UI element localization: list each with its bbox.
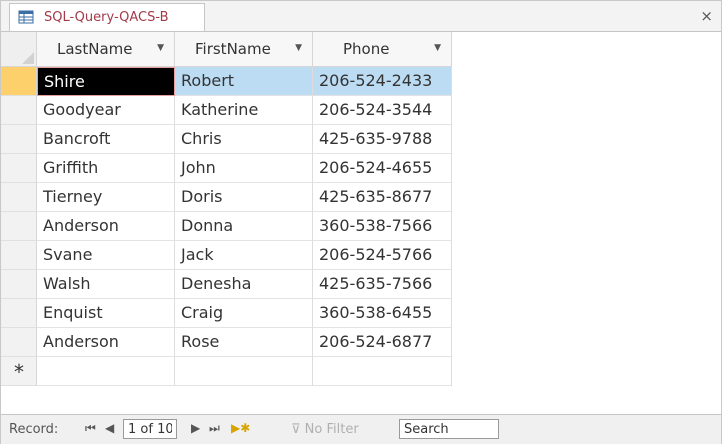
column-header-phone[interactable]: Phone ▼	[313, 32, 452, 67]
row-selector[interactable]	[1, 183, 37, 212]
table-cell[interactable]: Chris	[175, 125, 313, 154]
search-input[interactable]	[399, 419, 499, 439]
table-cell[interactable]: 206-524-5766	[313, 241, 452, 270]
last-record-icon[interactable]: ⏭	[209, 421, 220, 436]
table-cell[interactable]: 425-635-8677	[313, 183, 452, 212]
table-cell[interactable]: Tierney	[37, 183, 175, 212]
chevron-down-icon[interactable]: ▼	[434, 43, 441, 53]
table-cell[interactable]: Doris	[175, 183, 313, 212]
table-row[interactable]: Walsh Denesha 425-635-7566	[1, 270, 721, 299]
table-cell[interactable]: Bancroft	[37, 125, 175, 154]
table-cell[interactable]: Anderson	[37, 212, 175, 241]
table-row[interactable]: Griffith John 206-524-4655	[1, 154, 721, 183]
row-selector[interactable]	[1, 67, 37, 96]
no-filter-label: No Filter	[304, 422, 359, 437]
no-filter-icon: ⊽	[291, 422, 305, 437]
table-cell[interactable]: Goodyear	[37, 96, 175, 125]
table-row[interactable]: Svane Jack 206-524-5766	[1, 241, 721, 270]
tab-title: SQL-Query-QACS-B	[44, 10, 169, 25]
table-row[interactable]: Enquist Craig 360-538-6455	[1, 299, 721, 328]
select-all-icon	[22, 52, 34, 64]
table-cell[interactable]: Walsh	[37, 270, 175, 299]
next-record-icon[interactable]: ▶	[191, 421, 200, 435]
table-cell[interactable]: Jack	[175, 241, 313, 270]
record-label: Record:	[9, 422, 59, 437]
table-cell[interactable]: Craig	[175, 299, 313, 328]
table-row[interactable]: Goodyear Katherine 206-524-3544	[1, 96, 721, 125]
table-cell[interactable]: Griffith	[37, 154, 175, 183]
table-cell[interactable]: 360-538-7566	[313, 212, 452, 241]
tab-strip: SQL-Query-QACS-B ×	[1, 1, 721, 32]
row-selector[interactable]	[1, 154, 37, 183]
table-row[interactable]: Anderson Rose 206-524-6877	[1, 328, 721, 357]
row-selector[interactable]	[1, 270, 37, 299]
row-selector[interactable]	[1, 299, 37, 328]
table-cell[interactable]: Svane	[37, 241, 175, 270]
new-record-marker: *	[14, 360, 24, 384]
header-row: LastName ▼ FirstName ▼ Phone ▼	[1, 32, 721, 67]
first-record-icon[interactable]: ⏮	[85, 421, 96, 436]
chevron-down-icon[interactable]: ▼	[157, 43, 164, 53]
chevron-down-icon[interactable]: ▼	[295, 43, 302, 53]
column-header-label: FirstName	[195, 40, 271, 58]
table-cell[interactable]: Enquist	[37, 299, 175, 328]
column-header-firstname[interactable]: FirstName ▼	[175, 32, 313, 67]
column-header-lastname[interactable]: LastName ▼	[37, 32, 175, 67]
table-cell[interactable]: Rose	[175, 328, 313, 357]
table-row[interactable]: Shire Robert 206-524-2433	[1, 67, 721, 96]
datasheet-window: SQL-Query-QACS-B × LastName ▼ FirstName …	[0, 0, 722, 444]
table-cell[interactable]: 360-538-6455	[313, 299, 452, 328]
row-selector[interactable]	[1, 96, 37, 125]
row-selector[interactable]	[1, 212, 37, 241]
table-cell[interactable]: 425-635-9788	[313, 125, 452, 154]
row-selector[interactable]	[1, 328, 37, 357]
table-row[interactable]: Bancroft Chris 425-635-9788	[1, 125, 721, 154]
datasheet-grid: LastName ▼ FirstName ▼ Phone ▼ Shire Rob…	[1, 32, 721, 414]
table-row[interactable]: Tierney Doris 425-635-8677	[1, 183, 721, 212]
table-row[interactable]: Anderson Donna 360-538-7566	[1, 212, 721, 241]
table-cell[interactable]	[37, 357, 175, 386]
record-position-field[interactable]	[123, 419, 177, 439]
row-selector[interactable]	[1, 125, 37, 154]
new-record-icon[interactable]: ▶✱	[231, 421, 250, 435]
row-selector[interactable]: *	[1, 357, 37, 386]
table-cell[interactable]: 425-635-7566	[313, 270, 452, 299]
new-record-row[interactable]: *	[1, 357, 721, 386]
table-cell[interactable]: 206-524-2433	[313, 67, 452, 96]
table-cell[interactable]: Anderson	[37, 328, 175, 357]
table-cell[interactable]	[175, 357, 313, 386]
previous-record-icon[interactable]: ◀	[105, 421, 114, 435]
table-cell[interactable]: Denesha	[175, 270, 313, 299]
table-cell[interactable]: 206-524-3544	[313, 96, 452, 125]
query-datasheet-icon	[18, 10, 34, 24]
close-icon[interactable]: ×	[700, 7, 713, 25]
table-cell[interactable]: Shire	[37, 67, 175, 96]
table-cell[interactable]: Robert	[175, 67, 313, 96]
column-header-label: Phone	[343, 40, 390, 58]
row-selector[interactable]	[1, 241, 37, 270]
table-cell[interactable]: John	[175, 154, 313, 183]
record-navigation-bar: Record: ⏮ ◀ ▶ ⏭ ▶✱ ⊽ No Filter	[1, 414, 721, 444]
table-cell[interactable]: 206-524-4655	[313, 154, 452, 183]
tab-query[interactable]: SQL-Query-QACS-B	[9, 3, 205, 31]
table-cell[interactable]	[313, 357, 452, 386]
table-cell[interactable]: Donna	[175, 212, 313, 241]
table-cell[interactable]: 206-524-6877	[313, 328, 452, 357]
select-all-corner[interactable]	[1, 32, 37, 67]
column-header-label: LastName	[57, 40, 133, 58]
table-cell[interactable]: Katherine	[175, 96, 313, 125]
no-filter-button[interactable]: ⊽ No Filter	[291, 422, 359, 437]
